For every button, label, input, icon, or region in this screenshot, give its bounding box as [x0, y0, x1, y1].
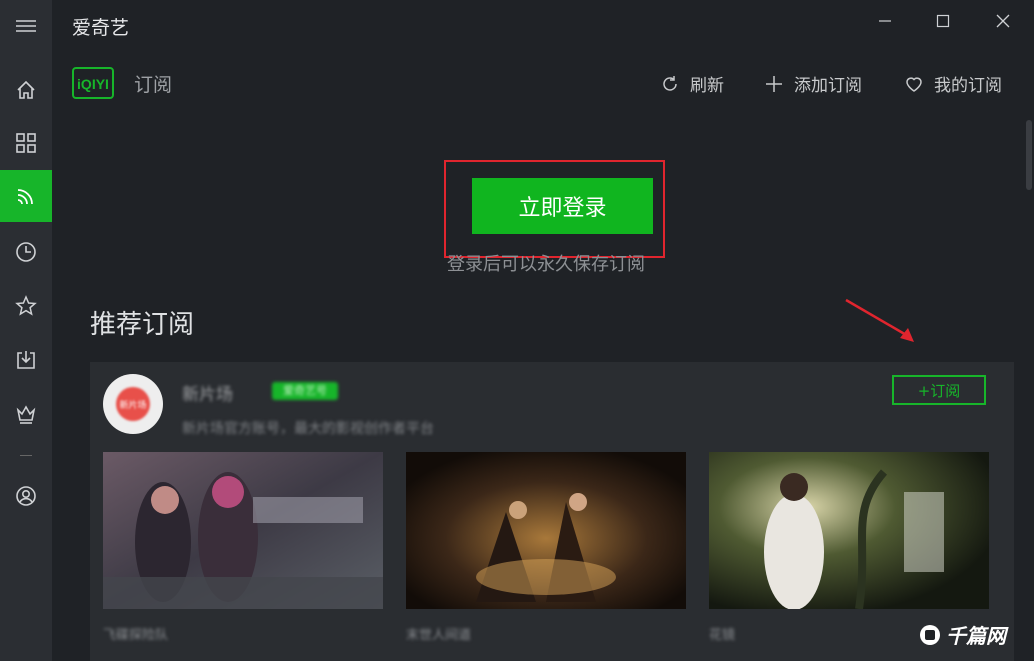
channel-badge: 爱奇艺号 [272, 382, 338, 400]
channel-avatar[interactable]: 新片场 [103, 374, 163, 434]
channel-card: 新片场 新片场 爱奇艺号 新片场官方账号，最大的影视创作者平台 +订阅 飞碟探险… [90, 362, 1014, 661]
sidebar-item-downloads[interactable] [0, 334, 52, 386]
minimize-icon [879, 20, 891, 22]
heart-icon [906, 76, 922, 92]
subscribe-button[interactable]: +订阅 [892, 375, 986, 405]
sidebar-item-subscriptions[interactable] [0, 170, 52, 222]
star-icon [15, 295, 37, 316]
video-thumbnail[interactable] [103, 452, 383, 609]
refresh-icon [663, 75, 677, 91]
sidebar [0, 0, 52, 661]
login-button[interactable]: 立即登录 [472, 178, 653, 234]
watermark: 千篇网 [920, 620, 1006, 649]
video-thumbnail-image-2 [406, 452, 686, 609]
svg-text:iQIYI: iQIYI [77, 76, 109, 92]
menu-button[interactable] [0, 0, 52, 52]
rss-icon [17, 189, 33, 205]
video-caption[interactable]: 花镜 [709, 624, 735, 643]
clock-icon [16, 242, 36, 262]
user-icon [16, 486, 36, 506]
download-icon [17, 351, 35, 369]
add-subscription-button[interactable]: 添加订阅 [764, 71, 862, 96]
avatar-label: 新片场 [116, 387, 150, 421]
page-title: 订阅 [134, 74, 173, 96]
video-caption[interactable]: 飞碟探险队 [103, 624, 168, 643]
sidebar-item-vip[interactable] [0, 388, 52, 440]
close-icon [996, 14, 1010, 28]
add-subscription-label: 添加订阅 [794, 76, 862, 96]
minimize-button[interactable] [870, 10, 900, 32]
plus-icon [766, 75, 782, 92]
scrollbar-track[interactable] [1022, 112, 1034, 661]
scrollbar-thumb[interactable] [1026, 120, 1032, 190]
video-thumbnail-image-1 [103, 452, 383, 609]
watermark-icon [920, 624, 940, 645]
video-thumbnail[interactable] [709, 452, 989, 609]
my-subscriptions-button[interactable]: 我的订阅 [904, 71, 1002, 96]
close-button[interactable] [988, 10, 1018, 32]
refresh-label: 刷新 [690, 76, 724, 96]
hamburger-icon [16, 20, 36, 32]
sidebar-item-history[interactable] [0, 226, 52, 278]
sidebar-item-home[interactable] [0, 64, 52, 116]
video-thumbnail[interactable] [406, 452, 686, 609]
annotation-arrow [845, 298, 914, 342]
video-thumbnail-image-3 [709, 452, 989, 609]
home-icon [17, 80, 35, 99]
sidebar-divider [20, 455, 32, 456]
recommended-title: 推荐订阅 [90, 310, 195, 340]
page-header: iQIYI 订阅 刷新 添加订阅 我的订阅 [52, 52, 1034, 112]
sidebar-item-categories[interactable] [0, 117, 52, 169]
iqiyi-logo: iQIYI [72, 67, 114, 99]
channel-name[interactable]: 新片场 [182, 380, 233, 405]
title-bar: 爱奇艺 [52, 0, 1034, 52]
my-subscriptions-label: 我的订阅 [934, 76, 1002, 96]
video-caption[interactable]: 末世人间道 [406, 624, 471, 643]
maximize-button[interactable] [928, 10, 958, 32]
refresh-button[interactable]: 刷新 [660, 71, 724, 96]
sidebar-item-account[interactable] [0, 470, 52, 522]
grid-icon [16, 133, 36, 153]
maximize-icon [936, 14, 950, 28]
sidebar-item-favorites[interactable] [0, 280, 52, 332]
crown-icon [16, 405, 36, 424]
login-note: 登录后可以永久保存订阅 [447, 254, 645, 275]
app-title: 爱奇艺 [72, 17, 130, 39]
channel-description: 新片场官方账号，最大的影视创作者平台 [182, 421, 434, 437]
watermark-text: 千篇网 [946, 624, 1006, 648]
